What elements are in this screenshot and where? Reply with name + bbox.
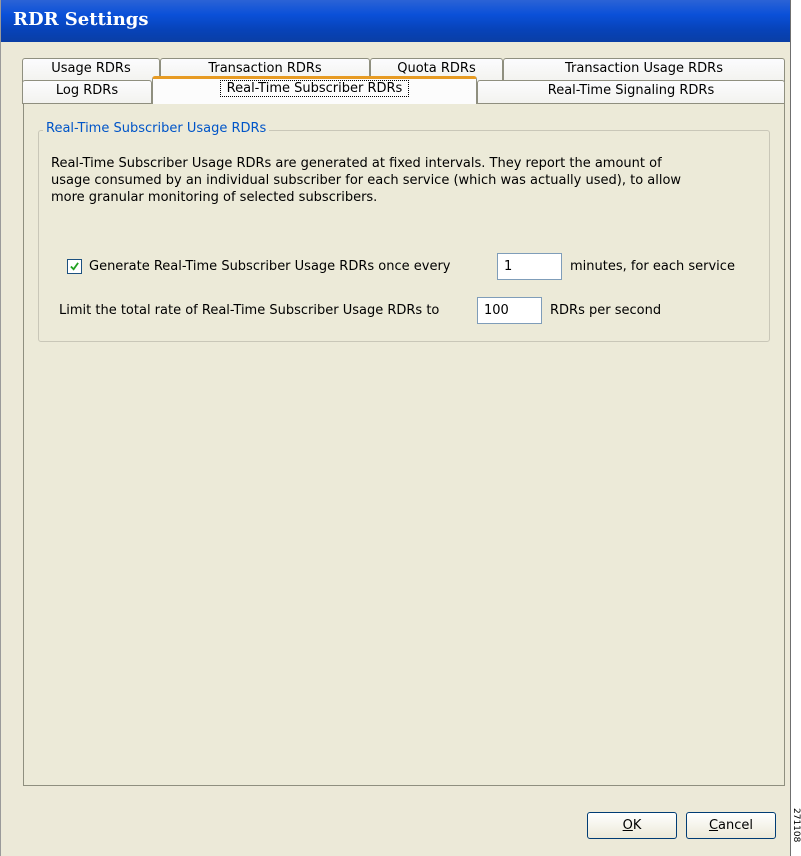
group-title: Real-Time Subscriber Usage RDRs — [43, 121, 270, 136]
tab-label: Real-Time Signaling RDRs — [547, 83, 715, 98]
tab-label: Usage RDRs — [51, 61, 131, 76]
tab-usage-rdrs[interactable]: Usage RDRs — [22, 58, 160, 82]
title-bar[interactable]: RDR Settings — [1, 0, 790, 42]
tab-log-rdrs[interactable]: Log RDRs — [22, 80, 152, 104]
ok-button[interactable]: OK — [587, 812, 677, 839]
interval-unit-label: minutes, for each service — [570, 259, 735, 274]
real-time-subscriber-usage-group: Real-Time Subscriber Usage RDRs Real-Tim… — [38, 121, 770, 342]
cancel-button[interactable]: Cancel — [686, 812, 776, 839]
tab-panel: Real-Time Subscriber Usage RDRs Real-Tim… — [23, 103, 785, 786]
ok-mnemonic: O — [622, 818, 633, 833]
description-line: usage consumed by an individual subscrib… — [51, 173, 682, 188]
tab-label: Real-Time Subscriber RDRs — [219, 80, 410, 97]
rate-limit-input[interactable] — [477, 297, 542, 324]
cancel-mnemonic: C — [708, 818, 719, 833]
tab-real-time-signaling-rdrs[interactable]: Real-Time Signaling RDRs — [477, 80, 785, 104]
description-line: more granular monitoring of selected sub… — [51, 190, 378, 205]
limit-label: Limit the total rate of Real-Time Subscr… — [59, 303, 440, 318]
tab-label: Quota RDRs — [397, 61, 476, 76]
tab-label: Transaction Usage RDRs — [565, 61, 723, 76]
figure-number: 271108 — [791, 808, 801, 843]
description-line: Real-Time Subscriber Usage RDRs are gene… — [51, 156, 662, 171]
ok-label: K — [632, 818, 642, 833]
rate-unit-label: RDRs per second — [550, 303, 662, 318]
tab-label: Log RDRs — [55, 83, 119, 98]
generate-label: Generate Real-Time Subscriber Usage RDRs… — [89, 259, 451, 274]
tab-real-time-subscriber-rdrs[interactable]: Real-Time Subscriber RDRs — [152, 76, 477, 104]
rdr-settings-dialog: RDR Settings Usage RDRs Transaction RDRs… — [0, 0, 791, 856]
tab-label: Transaction RDRs — [208, 61, 322, 76]
generate-rdrs-checkbox[interactable] — [67, 259, 82, 274]
tab-transaction-usage-rdrs[interactable]: Transaction Usage RDRs — [503, 58, 785, 82]
interval-minutes-input[interactable] — [497, 253, 562, 280]
group-description: Real-Time Subscriber Usage RDRs are gene… — [51, 155, 751, 206]
window-title: RDR Settings — [13, 9, 149, 30]
check-icon — [70, 262, 79, 271]
cancel-label: ancel — [718, 818, 754, 833]
